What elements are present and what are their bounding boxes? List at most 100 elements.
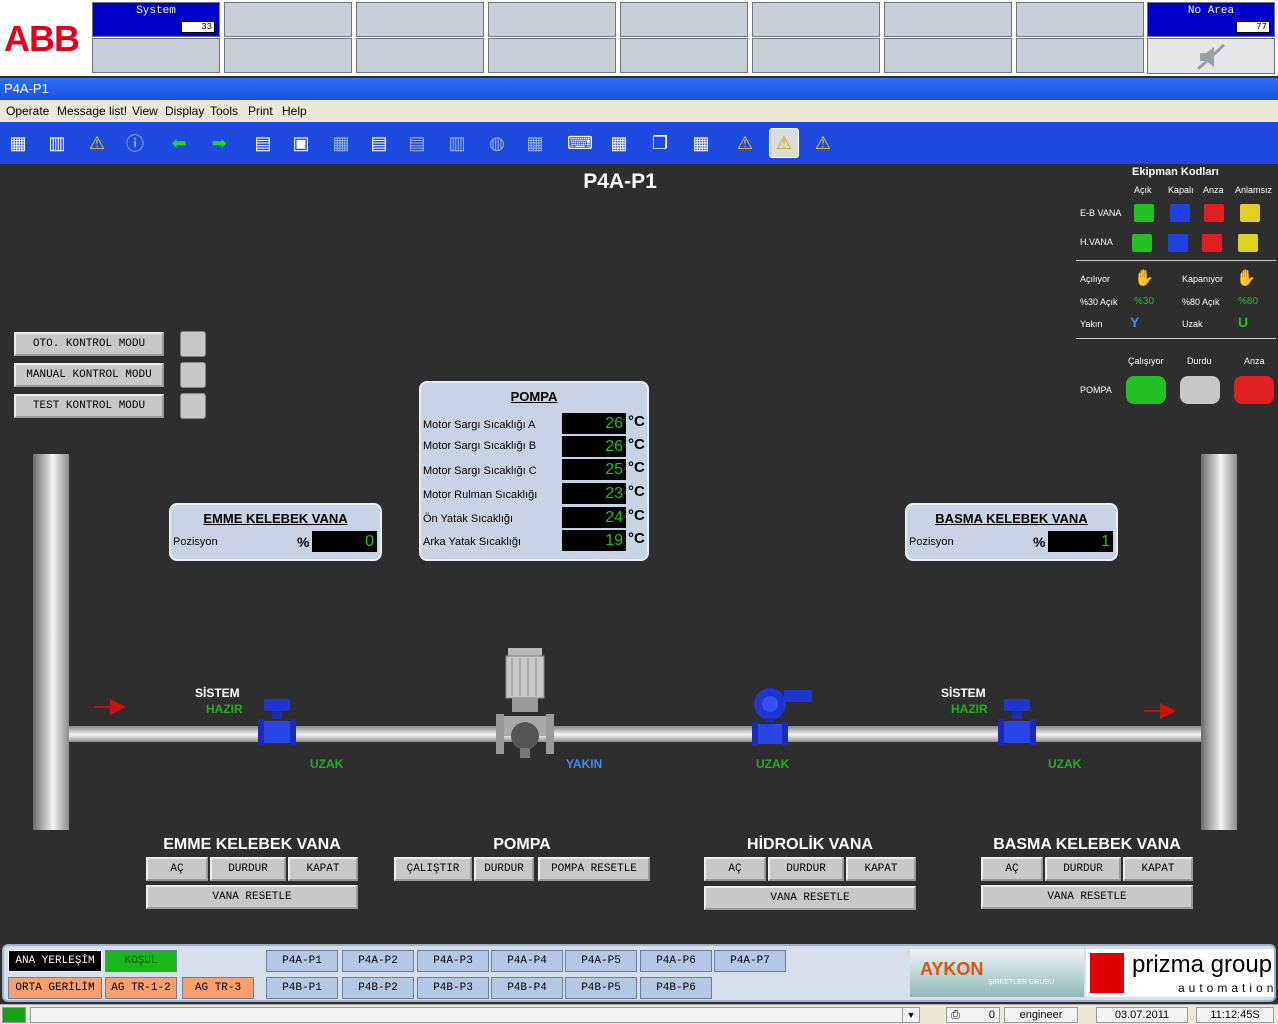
add-chart-icon[interactable]: ▦ [604, 128, 634, 158]
alarm-event-icon[interactable]: ⚠ [808, 128, 838, 158]
hydraulic-stop-button[interactable]: DURDUR [768, 857, 844, 881]
grid-icon[interactable]: ▦ [3, 128, 33, 158]
menu-help[interactable]: Help [282, 104, 307, 118]
hydraulic-close-button[interactable]: KAPAT [846, 857, 916, 881]
settings-grid-icon[interactable]: ▦ [520, 128, 550, 158]
discharge-close-button[interactable]: KAPAT [1123, 857, 1193, 881]
suction-reset-button[interactable]: VANA RESETLE [146, 885, 358, 909]
alarm-cell[interactable] [488, 38, 616, 73]
area-alarm-cell[interactable]: No Area 77 [1147, 2, 1275, 37]
hierarchy-icon[interactable]: ▥ [442, 128, 472, 158]
alarm-cell[interactable] [224, 2, 352, 37]
globe-icon[interactable]: ◍ [482, 128, 512, 158]
suction-stop-button[interactable]: DURDUR [210, 857, 286, 881]
butterfly-valve-icon[interactable] [256, 697, 300, 749]
suction-position-value: 0 [312, 531, 377, 552]
legend-col-closed: Kapalı [1168, 185, 1194, 195]
warning-icon[interactable]: ⚠ [82, 128, 112, 158]
trend-icon[interactable]: ▤ [364, 128, 394, 158]
suction-panel-title: EMME KELEBEK VANA [203, 511, 348, 526]
suction-close-button[interactable]: KAPAT [288, 857, 358, 881]
temp-unit: °C [628, 413, 645, 430]
alarm-cell[interactable] [752, 38, 880, 73]
nav-p4b-p5[interactable]: P4B-P5 [565, 977, 637, 999]
menu-print[interactable]: Print [248, 104, 273, 118]
display-navigation: ANA YERLEŞİM KOŞUL ORTA GERİLİM AG TR-1-… [2, 944, 1276, 1002]
nav-p4a-p1[interactable]: P4A-P1 [266, 950, 338, 972]
alarm-cell[interactable] [356, 2, 484, 37]
pump-icon[interactable] [494, 646, 556, 760]
calendar-icon[interactable]: ▦ [326, 128, 356, 158]
hydraulic-reset-button[interactable]: VANA RESETLE [704, 886, 916, 910]
windows-icon[interactable]: ❐ [645, 128, 675, 158]
discharge-reset-button[interactable]: VANA RESETLE [981, 885, 1193, 909]
toolbar: ▦ ▥ ⚠ ⓘ ⬅ ➡ ▤ ▣ ▦ ▤ ▤ ▥ ◍ ▦ ⌨ ▦ ❐ ▦ ⚠ ⚠ … [0, 122, 1278, 164]
document-icon[interactable]: ▤ [248, 128, 278, 158]
alarm-cell[interactable] [884, 38, 1012, 73]
discharge-panel-title: BASMA KELEBEK VANA [935, 511, 1088, 526]
manual-control-mode-button[interactable]: MANUAL KONTROL MODU [14, 363, 164, 387]
alarm-cell[interactable] [620, 38, 748, 73]
discharge-open-button[interactable]: AÇ [981, 857, 1043, 881]
hydraulic-open-button[interactable]: AÇ [704, 857, 766, 881]
menu-tools[interactable]: Tools [210, 104, 238, 118]
nav-p4a-p7[interactable]: P4A-P7 [714, 950, 786, 972]
mute-button[interactable] [1147, 38, 1275, 74]
back-arrow-icon[interactable]: ⬅ [164, 128, 194, 158]
pump-reset-button[interactable]: POMPA RESETLE [538, 857, 650, 881]
butterfly-valve-icon[interactable] [996, 697, 1040, 749]
layout-icon[interactable]: ▦ [686, 128, 716, 158]
info-icon[interactable]: ⓘ [120, 128, 150, 158]
hydraulic-valve-icon[interactable] [748, 686, 816, 748]
nav-condition[interactable]: KOŞUL [105, 950, 177, 972]
alarm-cell[interactable] [1016, 38, 1144, 73]
nav-p4b-p4[interactable]: P4B-P4 [491, 977, 563, 999]
status-date: 03.07.2011 [1096, 1007, 1188, 1023]
alarm-list-icon[interactable]: ⚠ [730, 128, 760, 158]
alarm-cell[interactable] [620, 2, 748, 37]
nav-ag-tr-1-2[interactable]: AG TR-1-2 [105, 977, 177, 999]
hvalve-meaningless-swatch [1238, 234, 1258, 252]
tree-icon[interactable]: ▥ [42, 128, 72, 158]
valve-open-swatch [1134, 204, 1154, 222]
keyboard-icon[interactable]: ⌨ [565, 128, 595, 158]
alarm-cell[interactable] [356, 38, 484, 73]
menu-view[interactable]: View [132, 104, 158, 118]
abb-logo: ABB [4, 18, 80, 59]
nav-p4a-p5[interactable]: P4A-P5 [565, 950, 637, 972]
alarm-cell[interactable] [752, 2, 880, 37]
pump-stop-button[interactable]: DURDUR [474, 857, 534, 881]
nav-p4b-p1[interactable]: P4B-P1 [266, 977, 338, 999]
menu-message-list[interactable]: Message list! [57, 104, 127, 118]
menu-display[interactable]: Display [165, 104, 204, 118]
discharge-stop-button[interactable]: DURDUR [1045, 857, 1121, 881]
system-alarm-cell[interactable]: System 33 [92, 2, 220, 37]
nav-p4b-p6[interactable]: P4B-P6 [640, 977, 712, 999]
nav-medium-voltage[interactable]: ORTA GERİLİM [8, 977, 102, 999]
auto-control-mode-button[interactable]: OTO. KONTROL MODU [14, 332, 164, 356]
nav-main-layout[interactable]: ANA YERLEŞİM [8, 950, 102, 972]
alarm-cell[interactable] [92, 38, 220, 73]
alarm-cell[interactable] [488, 2, 616, 37]
chevron-down-icon[interactable]: ▼ [902, 1007, 920, 1023]
alarm-cell[interactable] [1016, 2, 1144, 37]
nav-p4a-p6[interactable]: P4A-P6 [640, 950, 712, 972]
suction-valve-controls-title: EMME KELEBEK VANA [163, 836, 341, 853]
alarm-active-icon[interactable]: ⚠ [769, 128, 799, 158]
legend-col-open: Açık [1134, 185, 1152, 195]
alarm-cell[interactable] [884, 2, 1012, 37]
forward-arrow-icon[interactable]: ➡ [204, 128, 234, 158]
suction-open-button[interactable]: AÇ [146, 857, 208, 881]
test-control-mode-button[interactable]: TEST KONTROL MODU [14, 394, 164, 418]
picture-icon[interactable]: ▣ [286, 128, 316, 158]
nav-p4a-p3[interactable]: P4A-P3 [417, 950, 489, 972]
alarm-cell[interactable] [224, 38, 352, 73]
nav-ag-tr-3[interactable]: AG TR-3 [182, 977, 254, 999]
nav-p4a-p4[interactable]: P4A-P4 [491, 950, 563, 972]
nav-p4b-p2[interactable]: P4B-P2 [342, 977, 414, 999]
menu-operate[interactable]: Operate [6, 104, 49, 118]
report-icon[interactable]: ▤ [402, 128, 432, 158]
nav-p4b-p3[interactable]: P4B-P3 [417, 977, 489, 999]
pump-start-button[interactable]: ÇALIŞTIR [394, 857, 472, 881]
nav-p4a-p2[interactable]: P4A-P2 [342, 950, 414, 972]
